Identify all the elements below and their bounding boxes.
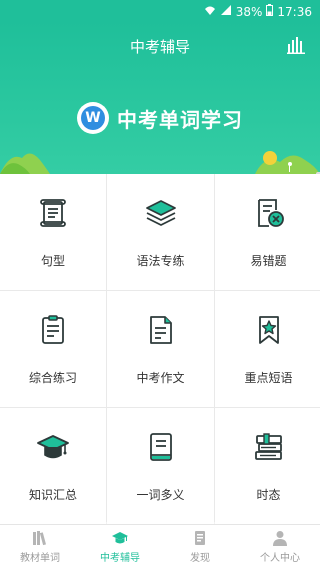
tab-label: 中考辅导: [100, 553, 140, 564]
bottom-tab-bar: 教材单词 中考辅导 发现 个人中心: [0, 524, 320, 568]
battery-percent: 38%: [235, 5, 263, 19]
app-logo: W: [77, 102, 109, 134]
graduation-cap-icon: [37, 435, 69, 459]
clipboard-icon: [42, 315, 64, 344]
books-stack-icon: [254, 433, 282, 460]
layers-icon: [145, 200, 176, 226]
grid-item-sentence-patterns[interactable]: 句型: [0, 174, 106, 290]
grid-item-knowledge-summary[interactable]: 知识汇总: [0, 408, 106, 524]
hero-title: 中考单词学习: [117, 107, 243, 132]
discover-icon: [195, 531, 205, 545]
wifi-icon: [204, 5, 216, 20]
grid-item-polysemy[interactable]: 一词多义: [107, 408, 214, 524]
tab-label: 发现: [190, 553, 210, 564]
grid-item-label: 知识汇总: [28, 488, 77, 502]
clock: 17:36: [277, 5, 312, 19]
hero: W 中考单词学习: [0, 102, 320, 134]
tab-exam-tutoring[interactable]: 中考辅导: [80, 525, 160, 568]
signal-icon: [220, 4, 232, 20]
feature-grid: 句型 语法专练 易错题 综合练习 中考作文 重点短语 知识汇总 一词多义 时态: [0, 174, 320, 524]
status-bar: 38% 17:36: [0, 0, 320, 22]
tab-discover[interactable]: 发现: [160, 525, 240, 568]
grid-item-label: 易错题: [250, 254, 287, 268]
battery-icon: [266, 4, 274, 20]
grid-item-comprehensive-practice[interactable]: 综合练习: [0, 291, 106, 407]
scroll-icon: [40, 199, 66, 227]
grid-item-exam-essay[interactable]: 中考作文: [107, 291, 214, 407]
grid-item-error-prone[interactable]: 易错题: [215, 174, 320, 290]
grid-item-label: 中考作文: [136, 371, 185, 385]
logo-letter: W: [81, 106, 105, 130]
error-doc-icon: [257, 199, 284, 227]
tab-textbook-words[interactable]: 教材单词: [0, 525, 80, 568]
stats-button[interactable]: [287, 36, 305, 54]
tab-label: 个人中心: [260, 553, 300, 564]
book-icon: [149, 433, 172, 461]
graduation-cap-icon: [112, 532, 128, 544]
grid-item-key-phrases[interactable]: 重点短语: [215, 291, 320, 407]
grid-item-grammar-practice[interactable]: 语法专练: [107, 174, 214, 290]
grid-item-label: 时态: [256, 488, 281, 502]
landscape-decoration: [0, 151, 320, 174]
status-indicators: 38% 17:36: [204, 4, 312, 20]
grid-item-label: 句型: [40, 254, 65, 268]
tab-personal-center[interactable]: 个人中心: [240, 525, 320, 568]
document-icon: [149, 316, 172, 344]
books-icon: [33, 531, 47, 546]
grid-item-label: 语法专练: [136, 254, 185, 268]
person-icon: [273, 531, 287, 546]
bar-chart-icon: [287, 37, 305, 54]
grid-item-label: 综合练习: [28, 371, 77, 385]
page-title: 中考辅导: [129, 38, 190, 56]
grid-item-label: 重点短语: [244, 371, 293, 385]
grid-item-tenses[interactable]: 时态: [215, 408, 320, 524]
header-banner: 中考辅导 W 中考单词学习: [0, 22, 320, 174]
grid-item-label: 一词多义: [136, 488, 185, 502]
star-bookmark-icon: [258, 316, 279, 344]
tab-label: 教材单词: [20, 553, 60, 564]
